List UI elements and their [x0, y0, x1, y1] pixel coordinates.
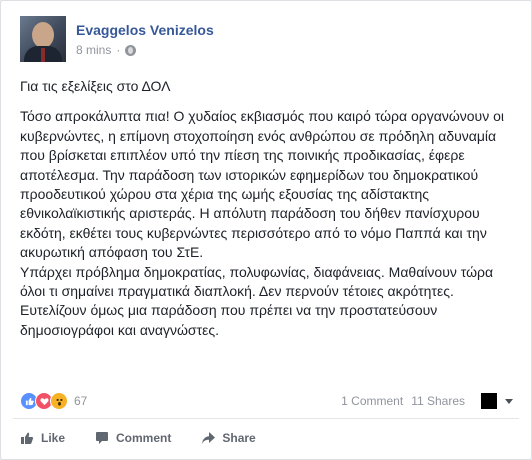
like-button[interactable]: Like: [20, 431, 65, 445]
wow-reaction-icon: [50, 392, 68, 410]
avatar[interactable]: [20, 16, 66, 62]
audience-selector-thumbnail[interactable]: [481, 393, 497, 409]
like-label: Like: [41, 431, 66, 445]
post-meta: Evaggelos Venizelos 8 mins ·: [76, 16, 214, 62]
post-body: Για τις εξελίξεις στο ΔΟΛ Τόσο απροκάλυπ…: [20, 77, 518, 340]
separator-dot: ·: [116, 43, 121, 57]
avatar-head: [32, 22, 54, 48]
post-paragraph: Τόσο απροκάλυπτα πια! Ο χυδαίος εκβιασμό…: [20, 108, 504, 261]
post-header: Evaggelos Venizelos 8 mins ·: [20, 16, 214, 62]
post-time[interactable]: 8 mins: [76, 43, 111, 57]
post-stats: 67 1 Comment 11 Shares: [20, 389, 513, 413]
reaction-count: 67: [74, 394, 88, 408]
post-paragraph: Υπάρχει πρόβλημα δημοκρατίας, πολυφωνίας…: [20, 263, 494, 338]
reactions-summary[interactable]: 67: [20, 392, 87, 410]
post-actions: Like Comment Share: [20, 427, 286, 449]
divider: [13, 418, 519, 419]
post-time-row: 8 mins ·: [76, 43, 214, 57]
share-count-link[interactable]: 11 Shares: [411, 394, 465, 408]
comment-icon: [96, 432, 109, 444]
thumbs-up-icon: [21, 432, 34, 444]
chevron-down-icon[interactable]: [505, 398, 513, 404]
share-arrow-icon: [202, 432, 216, 444]
comment-label: Comment: [116, 431, 172, 445]
author-name[interactable]: Evaggelos Venizelos: [76, 21, 214, 39]
comment-button[interactable]: Comment: [95, 431, 171, 445]
comment-count-link[interactable]: 1 Comment: [341, 394, 403, 408]
post-card: Evaggelos Venizelos 8 mins · Για τις εξε…: [0, 0, 532, 460]
avatar-tie: [41, 48, 45, 62]
globe-icon[interactable]: [125, 44, 137, 56]
share-button[interactable]: Share: [201, 431, 256, 445]
share-label: Share: [222, 431, 256, 445]
post-title: Για τις εξελίξεις στο ΔΟΛ: [20, 78, 171, 94]
